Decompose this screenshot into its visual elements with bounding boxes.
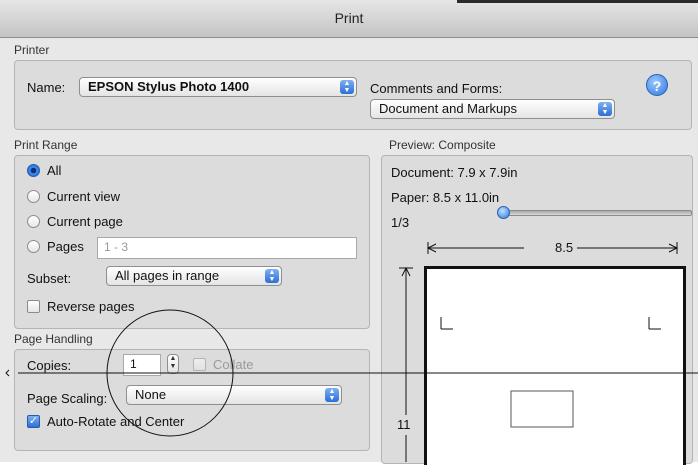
annotation-overlay xyxy=(5,309,698,437)
